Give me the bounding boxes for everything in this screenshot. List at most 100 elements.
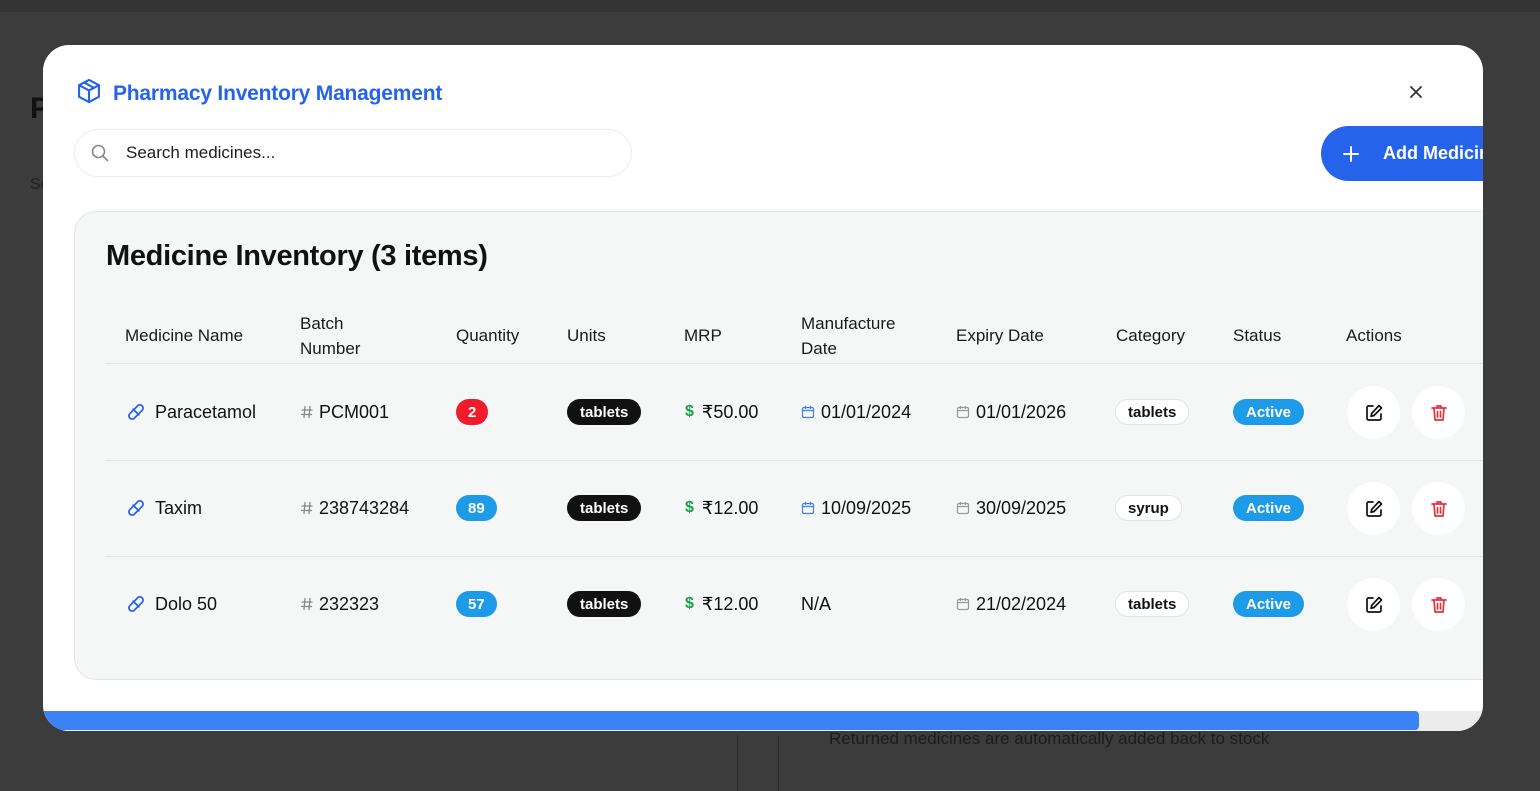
calendar-icon: [801, 405, 815, 419]
edit-button[interactable]: [1347, 482, 1400, 535]
units-cell: tablets: [567, 556, 642, 652]
scroll-progress-track: [43, 711, 1483, 731]
pill-icon: [125, 401, 147, 423]
column-header-status: Status: [1233, 326, 1282, 345]
column-header-quantity: Quantity: [456, 326, 520, 345]
hash-icon: [301, 597, 313, 611]
modal-header: Pharmacy Inventory Management: [75, 77, 442, 110]
background-note: Returned medicines are automatically add…: [829, 729, 1270, 748]
edit-button[interactable]: [1347, 578, 1400, 631]
close-button[interactable]: [1405, 81, 1427, 103]
add-medicine-label: Add Medicine: [1383, 143, 1483, 163]
batch-number: 232323: [319, 593, 380, 614]
column-header-category: Category: [1116, 326, 1185, 345]
expiry-date: 30/09/2025: [976, 497, 1067, 518]
column-header-expiry: Expiry Date: [956, 326, 1044, 345]
units-badge: tablets: [567, 591, 642, 617]
background-divider: [737, 735, 738, 791]
category-badge: tablets: [1115, 591, 1190, 617]
medicine-name: Taxim: [155, 497, 203, 518]
hash-icon: [301, 405, 313, 419]
delete-button[interactable]: [1412, 386, 1465, 439]
mrp-value: ₹12.00: [701, 497, 759, 518]
quantity-badge: 57: [456, 591, 497, 617]
status-badge: Active: [1233, 495, 1305, 521]
calendar-icon: [956, 597, 970, 611]
status-badge: Active: [1233, 399, 1305, 425]
units-cell: tablets: [567, 364, 642, 460]
expiry-date: 21/02/2024: [976, 593, 1067, 614]
table-row: Paracetamol PCM001 2 tablets $ ₹50.00 01…: [105, 364, 1483, 461]
background-divider: [778, 735, 779, 791]
batch-number: PCM001: [319, 401, 390, 422]
table-header: Medicine Name Batch Number Quantity Unit…: [105, 308, 1483, 364]
mrp-cell: $ ₹12.00: [685, 460, 758, 556]
units-badge: tablets: [567, 399, 642, 425]
batch-cell: 232323: [301, 556, 379, 652]
edit-button[interactable]: [1347, 386, 1400, 439]
search-input[interactable]: [124, 142, 608, 164]
status-cell: Active: [1233, 460, 1305, 556]
inventory-card: Medicine Inventory (3 items) Medicine Na…: [74, 211, 1483, 680]
expiry-cell: 01/01/2026: [956, 364, 1066, 460]
hash-icon: [301, 501, 313, 515]
units-cell: tablets: [567, 460, 642, 556]
calendar-icon: [956, 501, 970, 515]
category-badge: tablets: [1115, 399, 1190, 425]
medicine-name-cell: Taxim: [125, 460, 202, 556]
table-row: Dolo 50 232323 57 tablets $ ₹12.00 N/A 2…: [105, 556, 1483, 652]
status-cell: Active: [1233, 556, 1305, 652]
search-bar: [74, 129, 632, 177]
search-icon: [91, 144, 109, 162]
manufacture-cell: 10/09/2025: [801, 460, 911, 556]
inventory-title: Medicine Inventory (3 items): [106, 240, 488, 272]
delete-button[interactable]: [1412, 578, 1465, 631]
category-badge: syrup: [1115, 495, 1182, 521]
manufacture-date: N/A: [801, 593, 832, 614]
status-badge: Active: [1233, 591, 1305, 617]
pill-icon: [125, 497, 147, 519]
category-cell: tablets: [1115, 556, 1190, 652]
column-header-mrp: MRP: [684, 326, 722, 345]
status-cell: Active: [1233, 364, 1305, 460]
quantity-badge: 2: [456, 399, 489, 425]
table-row: Taxim 238743284 89 tablets $ ₹12.00 10/0…: [105, 460, 1483, 557]
close-icon: [1410, 86, 1422, 98]
quantity-cell: 2: [456, 364, 489, 460]
category-cell: tablets: [1115, 364, 1190, 460]
column-header-actions: Actions: [1346, 326, 1402, 345]
batch-number: 238743284: [319, 497, 410, 518]
batch-cell: 238743284: [301, 460, 409, 556]
expiry-cell: 30/09/2025: [956, 460, 1066, 556]
column-header-units: Units: [567, 326, 606, 345]
dollar-icon: $: [685, 403, 694, 420]
edit-icon: [1365, 500, 1382, 517]
add-medicine-button[interactable]: Add Medicine: [1321, 126, 1483, 181]
mrp-cell: $ ₹50.00: [685, 364, 758, 460]
dollar-icon: $: [685, 595, 694, 612]
manufacture-date: 10/09/2025: [821, 497, 912, 518]
mrp-value: ₹12.00: [701, 593, 759, 614]
pill-icon: [125, 593, 147, 615]
inventory-modal: Pharmacy Inventory Management Add Medici…: [43, 45, 1483, 731]
quantity-cell: 89: [456, 460, 497, 556]
scroll-progress-fill: [44, 711, 1420, 730]
delete-button[interactable]: [1412, 482, 1465, 535]
units-badge: tablets: [567, 495, 642, 521]
batch-cell: PCM001: [301, 364, 389, 460]
mrp-cell: $ ₹12.00: [685, 556, 758, 652]
package-icon: [75, 77, 103, 110]
trash-icon: [1430, 404, 1447, 421]
calendar-icon: [956, 405, 970, 419]
medicine-name-cell: Dolo 50: [125, 556, 217, 652]
column-header-batch: Batch Number: [300, 314, 361, 358]
edit-icon: [1365, 404, 1382, 421]
quantity-cell: 57: [456, 556, 497, 652]
trash-icon: [1430, 596, 1447, 613]
column-header-name: Medicine Name: [125, 326, 244, 345]
background-top-strip: [0, 0, 1540, 12]
dollar-icon: $: [685, 499, 694, 516]
calendar-icon: [801, 501, 815, 515]
manufacture-cell: 01/01/2024: [801, 364, 911, 460]
medicine-name: Paracetamol: [155, 401, 257, 422]
